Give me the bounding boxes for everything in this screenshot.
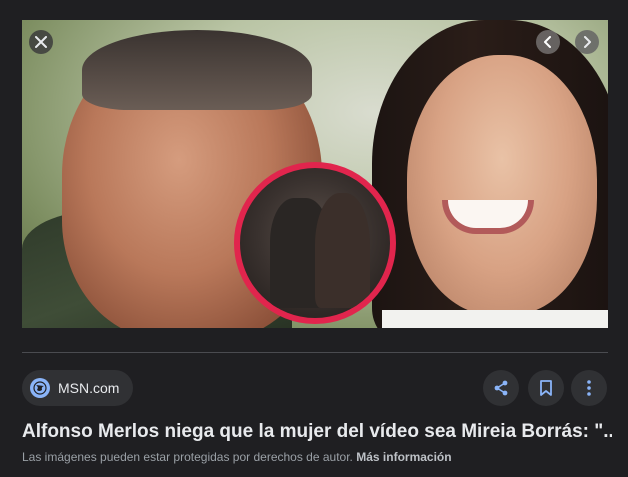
divider [22, 352, 608, 353]
chevron-right-icon [584, 36, 591, 48]
bookmark-icon [540, 380, 552, 396]
photo-man-hair [82, 30, 312, 110]
photo-inset-circle [234, 162, 396, 324]
image-preview-panel: MSN.com Alfonso Merlos niega que la muje… [0, 0, 628, 477]
globe-icon [30, 378, 50, 398]
photo-woman-top [382, 310, 608, 328]
image-title[interactable]: Alfonso Merlos niega que la mujer del ví… [22, 421, 612, 443]
copyright-notice: Las imágenes pueden estar protegidas por… [22, 450, 452, 464]
save-button[interactable] [528, 370, 564, 406]
next-image-button[interactable] [575, 30, 599, 54]
close-icon [35, 36, 47, 48]
previous-image-button[interactable] [536, 30, 560, 54]
more-info-link[interactable]: Más información [356, 450, 451, 464]
close-button[interactable] [29, 30, 53, 54]
source-link-chip[interactable]: MSN.com [22, 370, 134, 406]
chevron-left-icon [544, 36, 551, 48]
copyright-text: Las imágenes pueden estar protegidas por… [22, 450, 353, 464]
share-icon [494, 380, 508, 396]
share-button[interactable] [483, 370, 519, 406]
more-vert-icon [587, 380, 591, 396]
preview-image[interactable] [22, 20, 608, 328]
source-label: MSN.com [58, 380, 120, 396]
inset-figure [315, 193, 370, 308]
more-options-button[interactable] [571, 370, 607, 406]
photo-woman-face [407, 55, 597, 315]
